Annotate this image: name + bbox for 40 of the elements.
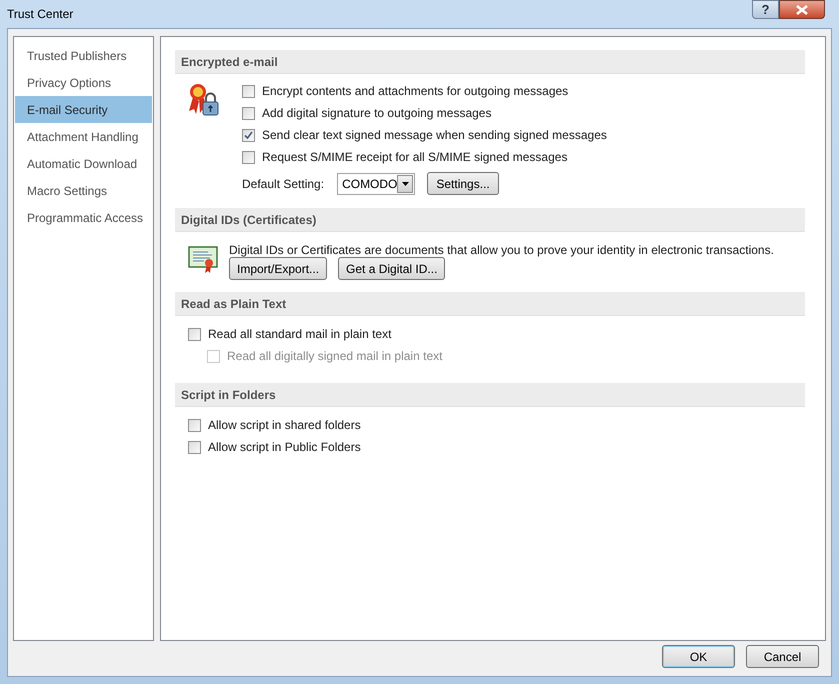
sidebar-item[interactable]: E-mail Security (15, 96, 152, 123)
checkbox[interactable] (242, 128, 255, 142)
sidebar-item[interactable]: Programmatic Access (15, 204, 152, 231)
checkbox-label[interactable]: Request S/MIME receipt for all S/MIME signed messages (262, 148, 568, 166)
dropdown[interactable]: COMODO (337, 172, 416, 194)
checkbox[interactable] (242, 106, 255, 120)
checkbox[interactable] (242, 150, 255, 164)
field-label: Default Setting: (242, 176, 324, 192)
checkbox-label[interactable]: Add digital signature to outgoing messages (262, 104, 492, 122)
dropdown-arrow-icon (402, 182, 409, 186)
sidebar-item[interactable]: Trusted Publishers (15, 42, 152, 69)
button[interactable]: OK (662, 645, 735, 668)
checkbox[interactable] (188, 440, 201, 454)
sidebar-item[interactable]: Privacy Options (15, 69, 152, 96)
section-header: Encrypted e-mail (175, 50, 805, 74)
checkbox-label[interactable]: Allow script in Public Folders (208, 438, 361, 456)
description-text: Digital IDs or Certificates are documents that allow you to prove your identity in electronic transactions. (229, 242, 774, 256)
sidebar-item[interactable]: Automatic Download (15, 150, 152, 177)
close-icon (795, 4, 809, 14)
section-header: Script in Folders (175, 383, 805, 407)
button[interactable]: Get a Digital ID... (338, 257, 446, 280)
section-header: Digital IDs (Certificates) (175, 208, 805, 232)
sidebar-item[interactable]: Macro Settings (15, 177, 152, 204)
button[interactable]: Import/Export... (229, 257, 328, 280)
checkbox-label[interactable]: Encrypt contents and attachments for outgoing messages (262, 82, 568, 100)
certificate-icon (188, 244, 218, 274)
help-button[interactable]: ? (752, 0, 779, 19)
checkbox[interactable] (188, 418, 201, 432)
section-header: Read as Plain Text (175, 292, 805, 316)
sidebar-item[interactable]: Attachment Handling (15, 123, 152, 150)
checkbox[interactable] (188, 328, 201, 340)
checkbox-label[interactable]: Allow script in shared folders (208, 416, 361, 434)
window-title: Trust Center (7, 6, 74, 23)
checkbox[interactable] (242, 84, 255, 98)
checkbox-label[interactable]: Read all standard mail in plain text (208, 325, 392, 343)
button[interactable]: Cancel (746, 645, 819, 668)
checkbox-label[interactable]: Send clear text signed message when sending signed messages (262, 126, 607, 144)
ribbon-lock-icon (188, 83, 220, 117)
close-button[interactable] (779, 0, 825, 19)
button[interactable]: Settings... (427, 172, 500, 195)
